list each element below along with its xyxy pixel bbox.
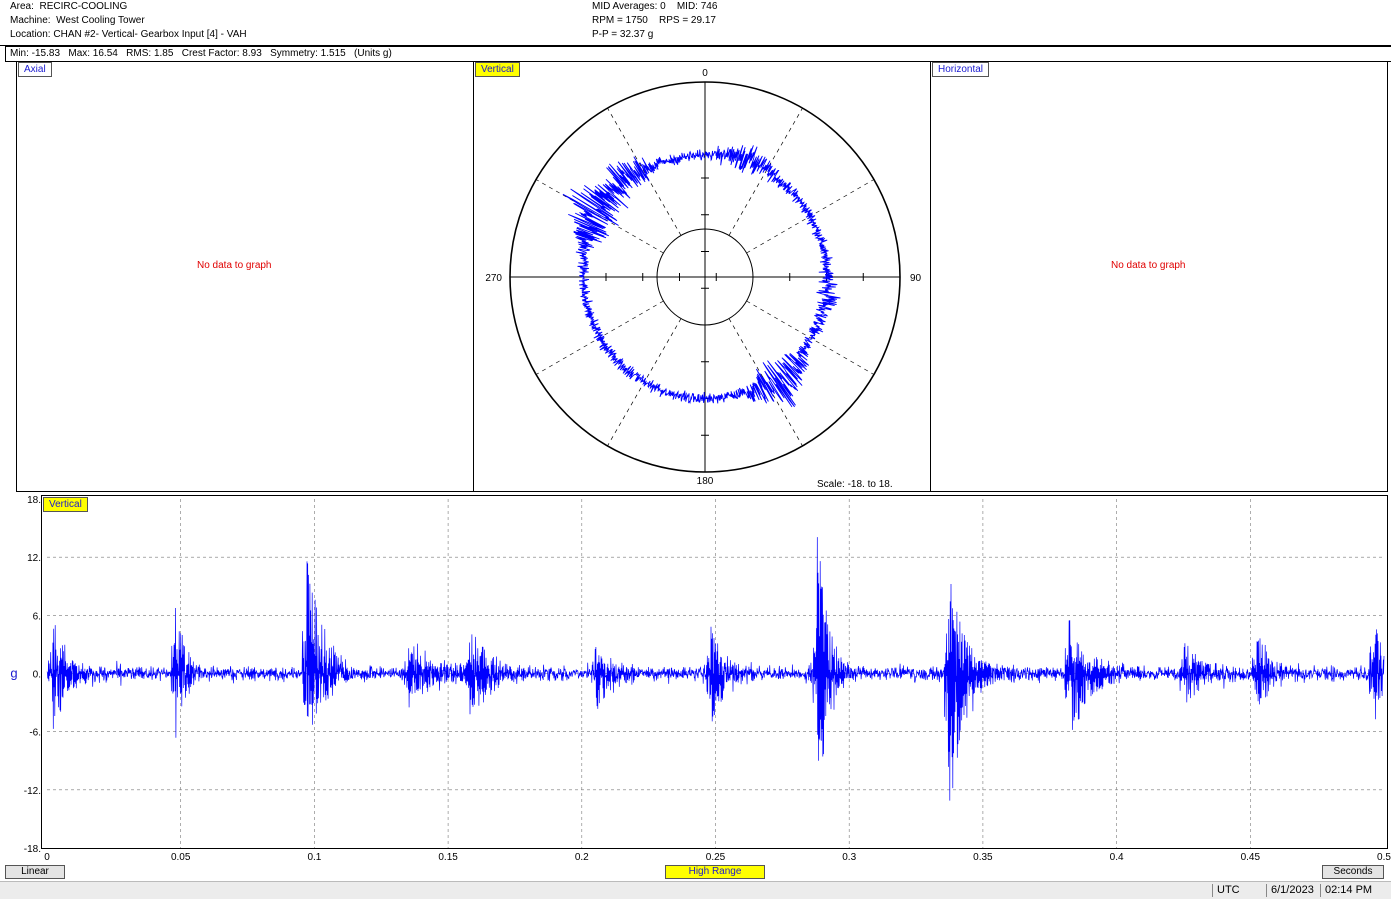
- axial-panel[interactable]: Axial No data to graph: [16, 61, 474, 492]
- x-tick-label: 0.2: [575, 852, 589, 863]
- machine-value: West Cooling Tower: [56, 15, 145, 26]
- area-row: Area: RECIRC-COOLING: [10, 1, 127, 12]
- axial-no-data-message: No data to graph: [197, 260, 272, 271]
- polar-label-270: 270: [485, 273, 502, 284]
- y-tick-label: 18.: [27, 495, 41, 506]
- polar-trace: [562, 145, 841, 408]
- vertical-tab[interactable]: Vertical: [475, 62, 520, 77]
- location-value: CHAN #2- Vertical- Gearbox Input [4] - V…: [53, 29, 247, 40]
- seconds-button[interactable]: Seconds: [1322, 865, 1384, 879]
- polar-gridline: [607, 107, 682, 236]
- pp-info: P-P = 32.37 g: [592, 29, 654, 40]
- y-tick-label: 6.: [33, 611, 41, 622]
- machine-row: Machine: West Cooling Tower: [10, 15, 145, 26]
- x-tick-label: 0.5: [1377, 852, 1391, 863]
- area-label: Area:: [10, 1, 34, 12]
- mid-info: MID Averages: 0 MID: 746: [592, 1, 718, 12]
- date-cell: 6/1/2023: [1266, 884, 1321, 897]
- horizontal-panel[interactable]: Horizontal No data to graph: [930, 61, 1388, 492]
- polar-label-90: 90: [910, 273, 922, 284]
- machine-label: Machine:: [10, 15, 51, 26]
- x-tick-label: 0.4: [1110, 852, 1124, 863]
- location-row: Location: CHAN #2- Vertical- Gearbox Inp…: [10, 29, 247, 40]
- vertical-orbit-panel[interactable]: Vertical 0 90 180 270 Scale: -18. to 18.: [473, 61, 931, 492]
- horizontal-tab[interactable]: Horizontal: [932, 62, 990, 77]
- polar-gridline: [728, 107, 803, 236]
- x-tick-label: 0.05: [171, 852, 191, 863]
- x-tick-label: 0.1: [307, 852, 321, 863]
- polar-label-180: 180: [697, 476, 714, 487]
- timezone-cell: UTC: [1212, 884, 1267, 897]
- x-tick-label: 0.25: [706, 852, 726, 863]
- y-tick-label: -18.: [24, 844, 41, 855]
- stats-bar: Min: -15.83 Max: 16.54 RMS: 1.85 Crest F…: [5, 46, 1391, 62]
- rpm-info: RPM = 1750 RPS = 29.17: [592, 15, 716, 26]
- area-value: RECIRC-COOLING: [39, 1, 128, 12]
- polar-gridline: [746, 300, 875, 375]
- x-tick-label: 0: [44, 852, 50, 863]
- linear-button[interactable]: Linear: [5, 865, 65, 879]
- y-tick-label: -6.: [29, 728, 41, 739]
- time-cell: 02:14 PM: [1320, 884, 1387, 897]
- waveform-plot: 0 0.05 0.1 0.15 0.2 0.25 0.3 0.35 0.4 0.45 0.5 18. 1…: [10, 495, 1391, 863]
- y-tick-label: 0.: [33, 670, 41, 681]
- x-tick-label: 0.45: [1241, 852, 1261, 863]
- x-tick-label: 0.15: [438, 852, 458, 863]
- x-tick-label: 0.3: [842, 852, 856, 863]
- y-axis-label: g: [10, 666, 17, 681]
- polar-plot: 0 90 180 270: [485, 68, 922, 487]
- polar-label-0: 0: [702, 68, 708, 79]
- status-bar: UTC 6/1/2023 02:14 PM: [0, 881, 1391, 899]
- stats-text: Min: -15.83 Max: 16.54 RMS: 1.85 Crest F…: [10, 48, 392, 59]
- y-tick-label: 12.: [27, 553, 41, 564]
- polar-scale-label: Scale: -18. to 18.: [817, 479, 893, 490]
- waveform-vertical-tab[interactable]: Vertical: [43, 497, 88, 512]
- horizontal-no-data-message: No data to graph: [1111, 260, 1186, 271]
- axial-tab[interactable]: Axial: [18, 62, 52, 77]
- x-tick-label: 0.35: [973, 852, 993, 863]
- y-tick-label: -12.: [24, 786, 41, 797]
- high-range-button[interactable]: High Range: [665, 865, 765, 879]
- location-label: Location:: [10, 29, 51, 40]
- waveform-trace: [46, 537, 1385, 801]
